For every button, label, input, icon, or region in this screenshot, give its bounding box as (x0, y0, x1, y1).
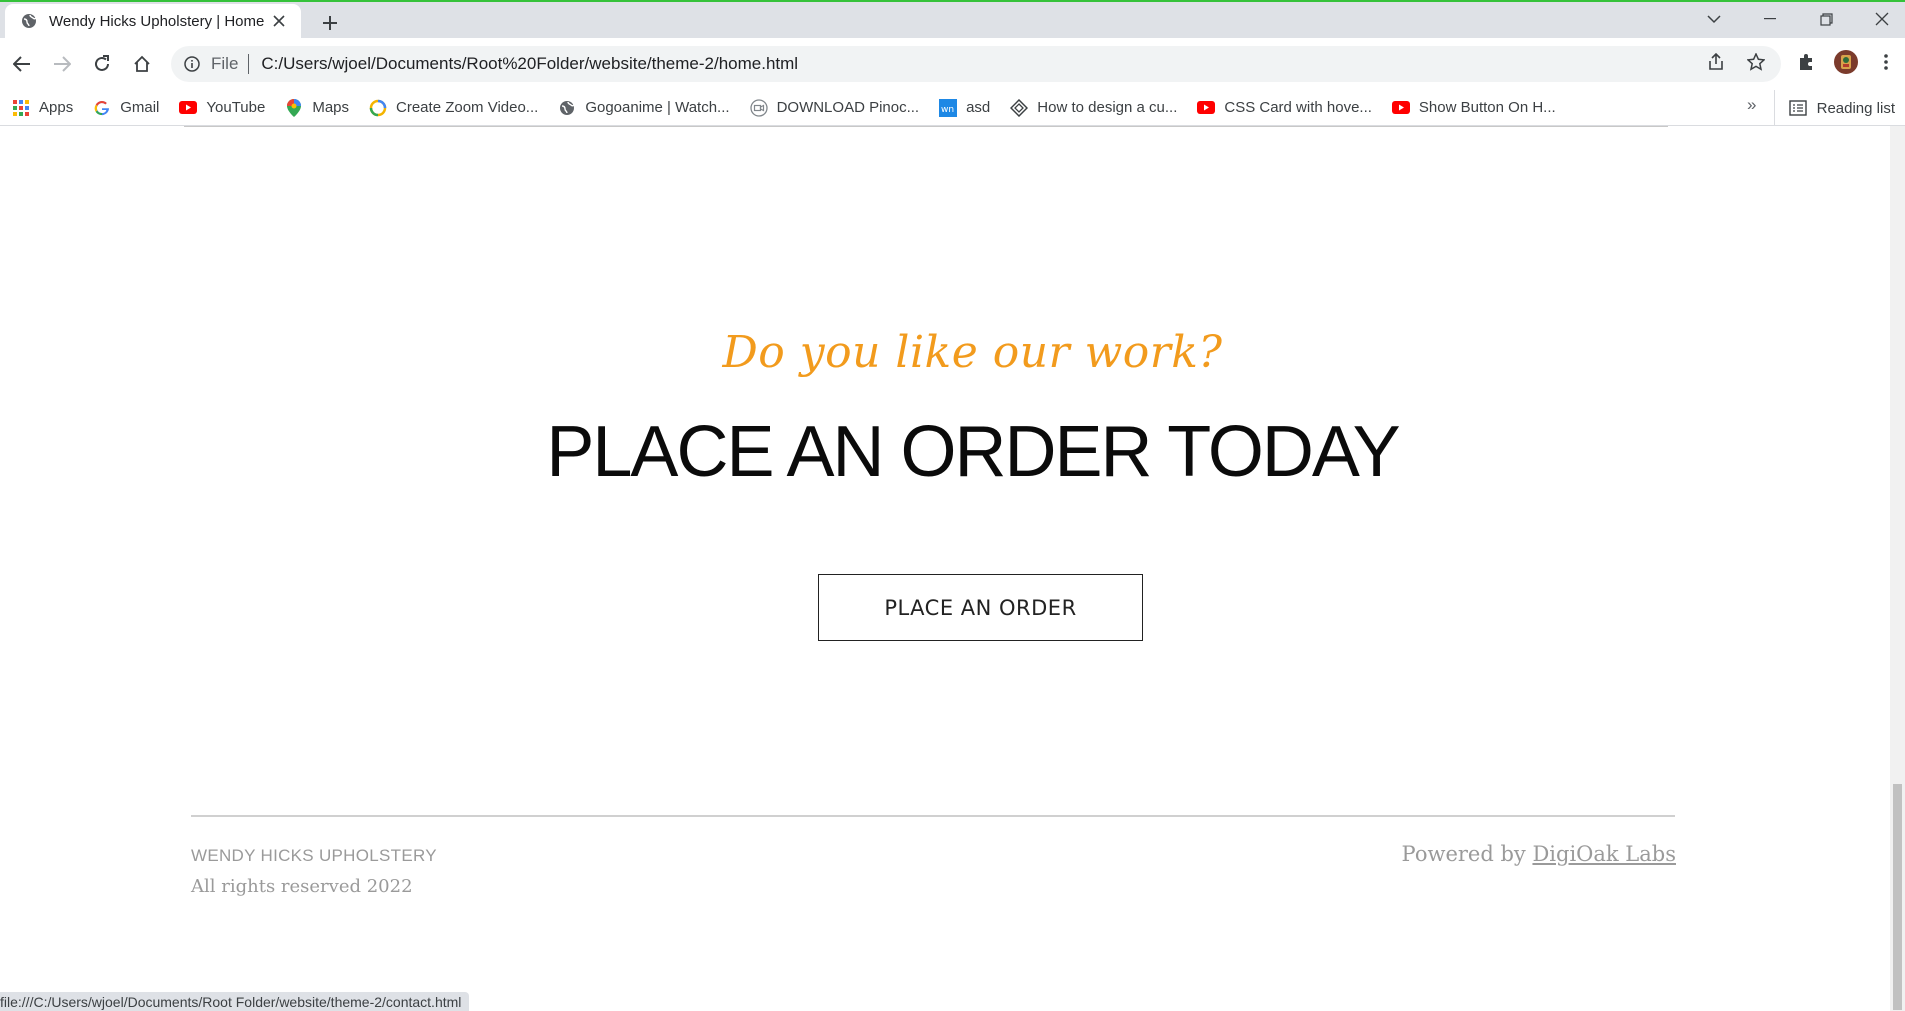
youtube-icon (179, 99, 198, 117)
menu-kebab-icon[interactable] (1871, 47, 1901, 77)
section-divider (184, 126, 1668, 127)
extensions-icon[interactable] (1791, 47, 1821, 77)
home-icon[interactable] (127, 49, 157, 79)
google-icon (93, 99, 111, 117)
page-viewport: Do you like our work? PLACE AN ORDER TOD… (0, 126, 1890, 1011)
bookmark-youtube[interactable]: YouTube (179, 99, 265, 117)
maps-pin-icon (285, 98, 303, 117)
bookmark-label: CSS Card with hove... (1224, 99, 1372, 116)
link-status-bar: file:///C:/Users/wjoel/Documents/Root Fo… (0, 992, 470, 1011)
svg-text:wn: wn (941, 105, 954, 115)
bookmark-label: Maps (312, 99, 350, 116)
address-bar[interactable]: File C:/Users/wjoel/Documents/Root%20Fol… (171, 46, 1781, 82)
tab-search-icon[interactable] (1688, 2, 1740, 36)
footer-brand: WENDY HICKS UPHOLSTERY (191, 846, 437, 865)
info-icon[interactable] (183, 55, 201, 73)
bookmark-show-button[interactable]: Show Button On H... (1391, 99, 1556, 117)
new-tab-button[interactable] (316, 9, 344, 37)
wn-icon: wn (939, 98, 958, 117)
bookmark-zoom[interactable]: Create Zoom Video... (369, 99, 538, 117)
place-order-button[interactable]: PLACE AN ORDER (818, 574, 1143, 641)
swirl-icon (369, 99, 387, 117)
reading-list-icon (1788, 99, 1807, 117)
video-camera-icon (749, 98, 768, 117)
bookmark-download[interactable]: DOWNLOAD Pinoc... (749, 98, 920, 117)
bookmark-gogoanime[interactable]: Gogoanime | Watch... (558, 99, 730, 117)
apps-grid-icon (12, 99, 30, 117)
reading-list-button[interactable]: Reading list (1773, 90, 1895, 126)
bookmark-label: Gmail (120, 99, 160, 116)
tab-title: Wendy Hicks Upholstery | Home (49, 12, 265, 30)
footer-divider (191, 815, 1675, 817)
more-bookmarks-button[interactable]: » (1747, 95, 1756, 115)
reading-list-label: Reading list (1816, 99, 1895, 117)
bookmark-gmail[interactable]: Gmail (93, 99, 159, 117)
cta-headline: PLACE AN ORDER TODAY (546, 412, 1400, 492)
youtube-icon (1391, 99, 1410, 117)
forward-arrow-icon[interactable] (47, 49, 77, 79)
address-separator (248, 54, 250, 74)
footer-powered-by: Powered by DigiOak Labs (1402, 842, 1676, 866)
bookmark-star-icon[interactable] (1741, 47, 1771, 77)
bookmark-label: Apps (39, 99, 74, 116)
bookmark-label: How to design a cu... (1037, 99, 1178, 116)
reload-icon[interactable] (87, 49, 117, 79)
share-icon[interactable] (1701, 47, 1731, 77)
bookmark-label: Show Button On H... (1418, 99, 1556, 116)
diamond-icon (1010, 98, 1029, 117)
footer-copyright: All rights reserved 2022 (191, 876, 413, 897)
browser-toolbar: File C:/Users/wjoel/Documents/Root%20Fol… (0, 38, 1905, 90)
scrollbar-thumb[interactable] (1893, 784, 1902, 1010)
close-tab-icon[interactable] (269, 11, 289, 31)
globe-icon (21, 13, 37, 29)
minimize-icon[interactable] (1744, 2, 1796, 36)
url-text[interactable]: C:/Users/wjoel/Documents/Root%20Folder/w… (261, 54, 798, 74)
bookmark-maps[interactable]: Maps (285, 98, 350, 117)
profile-avatar-icon[interactable] (1831, 47, 1861, 77)
restore-icon[interactable] (1800, 2, 1852, 36)
scheme-label: File (211, 54, 239, 73)
bookmark-label: Create Zoom Video... (396, 99, 539, 116)
youtube-icon (1197, 99, 1216, 117)
active-tab[interactable]: Wendy Hicks Upholstery | Home (5, 4, 301, 38)
bookmark-design[interactable]: How to design a cu... (1010, 98, 1178, 117)
bookmark-apps[interactable]: Apps (12, 99, 73, 117)
close-window-icon[interactable] (1856, 2, 1905, 36)
globe-icon (558, 99, 576, 117)
bookmark-label: Gogoanime | Watch... (585, 99, 730, 116)
powered-by-label: Powered by (1401, 842, 1526, 866)
bookmark-asd[interactable]: wn asd (939, 98, 991, 117)
bookmarks-bar: Apps Gmail YouTube Maps Create Zoom Vide… (0, 90, 1905, 126)
digioak-labs-link[interactable]: DigiOak Labs (1532, 842, 1676, 866)
vertical-scrollbar[interactable] (1890, 126, 1905, 1011)
cta-tagline: Do you like our work? (722, 327, 1223, 378)
back-arrow-icon[interactable] (7, 49, 37, 79)
tab-strip: Wendy Hicks Upholstery | Home (0, 0, 1905, 38)
bookmark-label: DOWNLOAD Pinoc... (776, 99, 920, 116)
bookmark-label: asd (966, 99, 991, 116)
bookmark-css-card[interactable]: CSS Card with hove... (1197, 99, 1372, 117)
bookmark-label: YouTube (206, 99, 266, 116)
